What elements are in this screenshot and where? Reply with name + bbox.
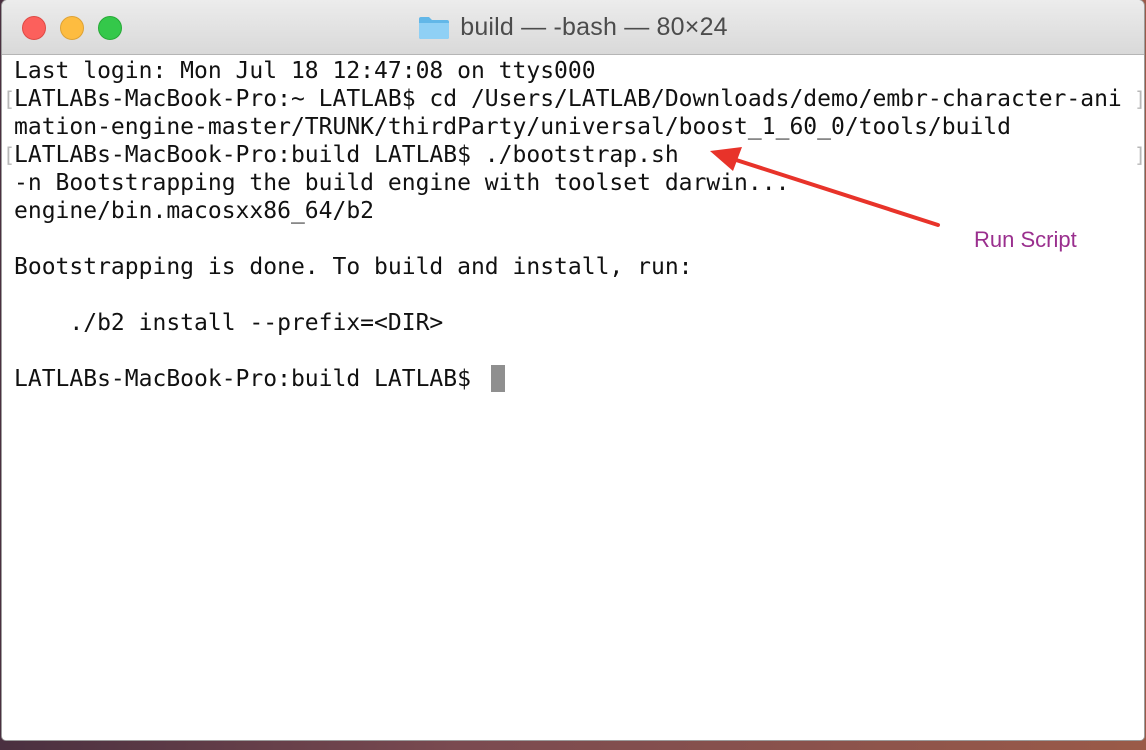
zoom-button[interactable]: [98, 16, 122, 40]
terminal-line: ./b2 install --prefix=<DIR>: [14, 310, 444, 336]
close-button[interactable]: [22, 16, 46, 40]
terminal-content[interactable]: Last login: Mon Jul 18 12:47:08 on ttys0…: [2, 55, 1144, 740]
selection-bracket-right: ]: [1134, 141, 1144, 169]
annotation-label: Run Script: [974, 227, 1077, 252]
terminal-line: engine/bin.macosxx86_64/b2: [14, 198, 375, 224]
selection-bracket-left: [: [3, 87, 16, 111]
selection-bracket-right: ]: [1134, 85, 1144, 113]
terminal-line: mation-engine-master/TRUNK/thirdParty/un…: [14, 114, 1011, 140]
terminal-line: Bootstrapping is done. To build and inst…: [14, 254, 693, 280]
window-title: build — -bash — 80×24: [460, 12, 728, 41]
terminal-line: LATLABs-MacBook-Pro:build LATLAB$ ./boot…: [14, 142, 679, 168]
folder-icon: [418, 15, 450, 40]
title-bar[interactable]: build — -bash — 80×24: [2, 0, 1144, 55]
window-title-group: build — -bash — 80×24: [2, 0, 1144, 54]
selection-bracket-left: [: [3, 143, 16, 167]
terminal-line: Last login: Mon Jul 18 12:47:08 on ttys0…: [14, 58, 596, 84]
terminal-cursor: [491, 365, 505, 392]
terminal-line: LATLABs-MacBook-Pro:~ LATLAB$ cd /Users/…: [14, 86, 1122, 112]
terminal-line: -n Bootstrapping the build engine with t…: [14, 170, 790, 196]
terminal-prompt-line: LATLABs-MacBook-Pro:build LATLAB$: [14, 366, 485, 392]
terminal-window: build — -bash — 80×24 Last login: Mon Ju…: [2, 0, 1144, 740]
minimize-button[interactable]: [60, 16, 84, 40]
